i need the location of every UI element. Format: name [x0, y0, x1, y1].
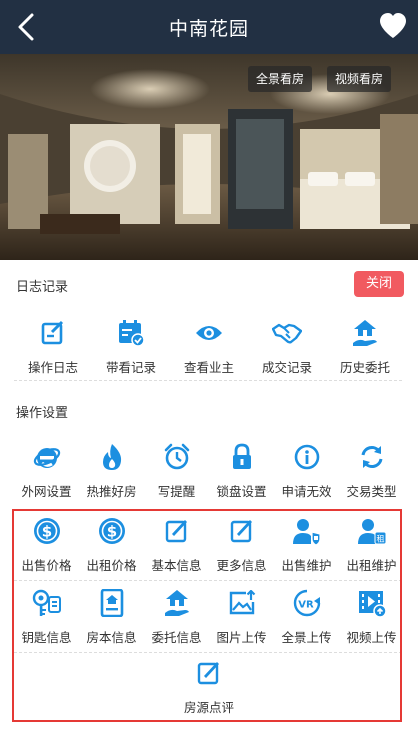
log-item-label: 查看业主: [183, 360, 234, 375]
log-records-section: 日志记录 关闭 操作日志 带看记录 查看业主 成交记录 历史委托: [0, 260, 418, 382]
log-item-deal-record[interactable]: 成交记录: [248, 318, 326, 376]
ops-section-title: 操作设置: [16, 406, 69, 421]
ops-item-label: 交易类型: [346, 484, 397, 499]
log-item-view-owner[interactable]: 查看业主: [170, 318, 248, 376]
ops-item-hot-push[interactable]: 热推好房: [79, 442, 144, 500]
log-item-viewing-record[interactable]: 带看记录: [92, 318, 170, 376]
heart-icon: [380, 13, 406, 38]
house-hand-icon: [350, 318, 380, 348]
log-items: 操作日志 带看记录 查看业主 成交记录 历史委托: [14, 318, 404, 376]
panorama-view-button[interactable]: 全景看房: [248, 66, 313, 92]
log-section-title: 日志记录: [16, 280, 69, 295]
panorama-photo[interactable]: 全景看房 视频看房: [0, 54, 418, 260]
edit-log-icon: [38, 318, 68, 348]
log-item-label: 历史委托: [339, 360, 390, 375]
close-button[interactable]: 关闭: [354, 271, 404, 297]
ops-item-label: 热推好房: [86, 484, 137, 499]
handshake-icon: [272, 318, 302, 348]
fire-icon: [97, 442, 127, 472]
page-title: 中南花园: [168, 18, 249, 40]
ops-item-label: 写提醒: [157, 484, 196, 499]
highlight-box: [12, 509, 402, 722]
ops-item-external-network[interactable]: 外网设置: [14, 442, 79, 500]
ops-item-trade-type[interactable]: 交易类型: [339, 442, 404, 500]
log-item-label: 成交记录: [261, 360, 312, 375]
refresh-icon: [357, 442, 387, 472]
ie-icon: [32, 442, 62, 472]
eye-icon: [194, 318, 224, 348]
video-view-button[interactable]: 视频看房: [327, 66, 392, 92]
lock-icon: [227, 442, 257, 472]
log-item-operation-log[interactable]: 操作日志: [14, 318, 92, 376]
log-item-label: 带看记录: [105, 360, 156, 375]
log-item-label: 操作日志: [27, 360, 78, 375]
info-icon: [292, 442, 322, 472]
ops-item-reminder[interactable]: 写提醒: [144, 442, 209, 500]
log-item-history-entrust[interactable]: 历史委托: [326, 318, 404, 376]
ops-item-label: 锁盘设置: [216, 484, 267, 499]
favorite-button[interactable]: [378, 12, 408, 40]
ops-item-apply-invalid[interactable]: 申请无效: [274, 442, 339, 500]
ops-item-label: 外网设置: [21, 484, 72, 499]
ops-item-label: 申请无效: [281, 484, 332, 499]
ops-row-1: 外网设置 热推好房 写提醒 锁盘设置 申请无效 交易类型: [14, 442, 404, 500]
top-bar: 中南花园: [0, 0, 418, 54]
divider: [14, 380, 402, 381]
calendar-check-icon: [116, 318, 146, 348]
alarm-icon: [162, 442, 192, 472]
ops-item-lock-setting[interactable]: 锁盘设置: [209, 442, 274, 500]
